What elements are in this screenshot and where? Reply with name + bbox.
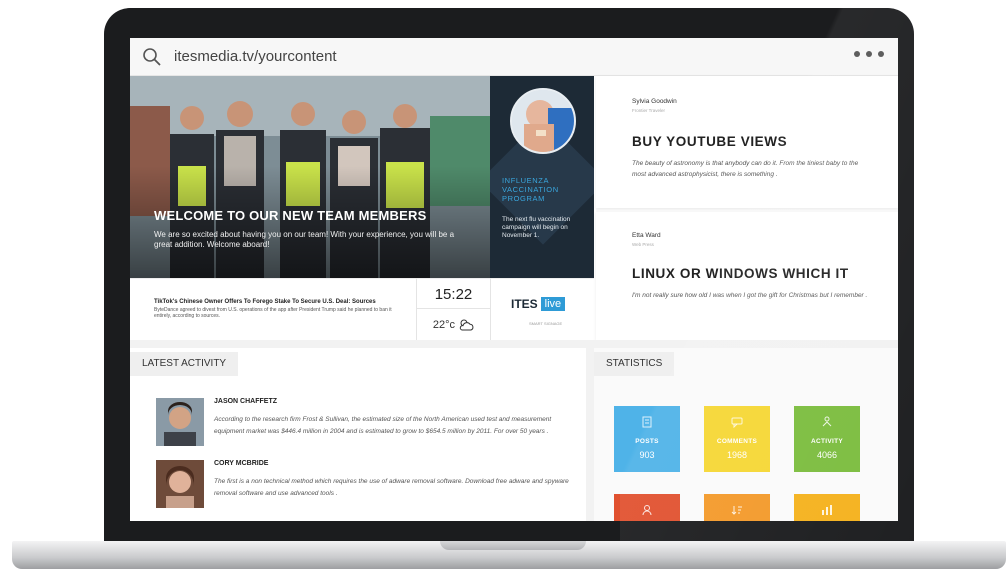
section-divider	[130, 340, 898, 348]
stat-label: POSTS	[635, 438, 659, 445]
news-ticker[interactable]: TikTok's Chinese Owner Offers To Forego …	[130, 278, 416, 340]
stat-tile-comments[interactable]: COMMENTS 1968	[704, 406, 770, 472]
logo-tagline: SMART SIGNAGE	[529, 321, 563, 326]
laptop-notch	[440, 541, 586, 550]
comment-icon	[731, 417, 743, 428]
stat-tile-chart[interactable]	[794, 494, 860, 521]
hero-title: WELCOME TO OUR NEW TEAM MEMBERS	[154, 208, 427, 223]
activity-name: CORY MCBRIDE	[214, 460, 269, 467]
search-icon[interactable]	[142, 47, 162, 67]
stat-tile-posts[interactable]: POSTS 903	[614, 406, 680, 472]
stat-tile-sort[interactable]	[704, 494, 770, 521]
hero-banner[interactable]: WELCOME TO OUR NEW TEAM MEMBERS We are s…	[130, 76, 490, 278]
vaccination-photo	[510, 88, 576, 154]
post-role: Frontier Traveler	[632, 108, 666, 113]
post-excerpt: I'm not really sure how old I was when I…	[632, 292, 868, 299]
address-bar[interactable]: itesmedia.tv/yourcontent	[130, 38, 898, 76]
hero-text: We are so excited about having you on ou…	[154, 230, 455, 249]
post-card[interactable]: Sylvia Goodwin Frontier Traveler BUY YOU…	[596, 76, 898, 208]
post-title[interactable]: BUY YOUTUBE VIEWS	[632, 134, 787, 149]
logo-name: ITES	[511, 297, 538, 311]
brand-logo: ITES live SMART SIGNAGE	[490, 278, 594, 340]
tab-latest-activity[interactable]: LATEST ACTIVITY	[130, 352, 239, 376]
post-excerpt: The beauty of astronomy is that anybody …	[632, 160, 859, 178]
clock-widget: 15:22	[416, 278, 490, 309]
clock-time: 15:22	[434, 286, 473, 303]
stat-value: 1968	[726, 450, 748, 460]
stat-value: 4066	[816, 450, 838, 460]
post-author: Etta Ward	[632, 232, 661, 239]
logo-badge: live	[540, 297, 566, 311]
ticker-text: ByteDance agreed to divest from U.S. ope…	[154, 307, 392, 319]
post-author: Sylvia Goodwin	[632, 98, 677, 105]
document-icon	[642, 416, 652, 428]
avatar	[156, 398, 204, 446]
user-icon	[642, 505, 652, 516]
vaccination-title: INFLUENZA VACCINATION PROGRAM	[502, 176, 559, 203]
chart-icon	[822, 505, 832, 515]
weather-widget: 22°c	[416, 309, 490, 340]
activity-name: JASON CHAFFETZ	[214, 398, 277, 405]
post-role: Web Press	[632, 242, 654, 247]
statistics-panel: STATISTICS POSTS 903 COMMENTS 1968 ACTIV…	[586, 348, 898, 521]
stat-tile-users[interactable]	[614, 494, 680, 521]
ticker-headline: TikTok's Chinese Owner Offers To Forego …	[154, 299, 376, 305]
stat-value: 903	[639, 450, 655, 460]
temperature: 22°c	[432, 318, 456, 331]
url-text[interactable]: itesmedia.tv/yourcontent	[174, 48, 337, 65]
sort-icon	[731, 506, 742, 515]
partly-cloudy-icon	[459, 319, 474, 330]
stat-label: COMMENTS	[716, 438, 758, 445]
avatar	[156, 460, 204, 508]
activity-text: The first is a non technical method whic…	[214, 478, 569, 497]
activity-icon	[822, 416, 832, 427]
post-card[interactable]: Etta Ward Web Press LINUX OR WINDOWS WHI…	[596, 212, 898, 340]
latest-activity-panel: LATEST ACTIVITY JASON CHAFFETZ According…	[130, 348, 586, 521]
tab-statistics[interactable]: STATISTICS	[594, 352, 675, 376]
more-menu-icon[interactable]	[854, 51, 884, 57]
laptop-screen: itesmedia.tv/yourcontent WELCOME TO OUR …	[130, 38, 898, 521]
post-title[interactable]: LINUX OR WINDOWS WHICH IT	[632, 266, 849, 281]
stat-tile-activity[interactable]: ACTIVITY 4066	[794, 406, 860, 472]
vaccination-text: The next flu vaccination campaign will b…	[502, 216, 571, 239]
stat-label: ACTIVITY	[810, 438, 843, 445]
posts-column: Sylvia Goodwin Frontier Traveler BUY YOU…	[596, 76, 898, 340]
activity-text: According to the research firm Frost & S…	[214, 416, 552, 435]
vaccination-panel[interactable]: INFLUENZA VACCINATION PROGRAM The next f…	[490, 76, 594, 278]
